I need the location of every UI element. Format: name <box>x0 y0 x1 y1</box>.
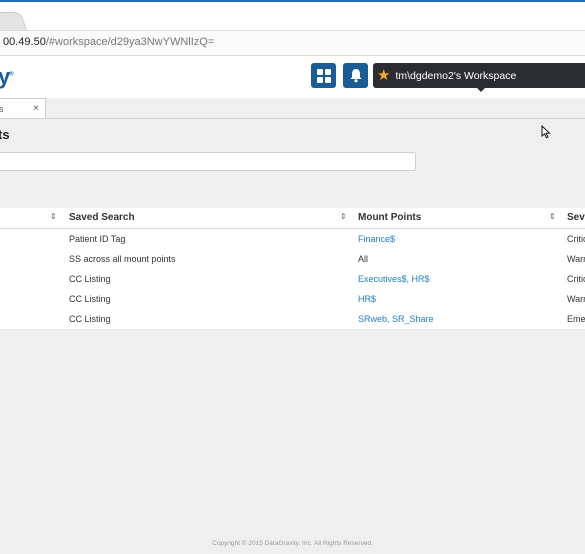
severity-cell: Warn <box>567 294 585 304</box>
workspace-label: tm\dgdemo2's Workspace <box>395 69 517 82</box>
mount-points-link[interactable]: SRweb, SR_Share <box>358 314 434 324</box>
mouse-cursor-icon <box>541 125 551 139</box>
browser-tab[interactable] <box>0 12 28 31</box>
workspace-tab-bar <box>0 98 585 119</box>
apps-grid-button[interactable] <box>311 63 336 88</box>
grid-icon <box>316 68 331 83</box>
column-header-mount-points[interactable]: Mount Points <box>358 212 421 223</box>
address-text[interactable]: 00.49.50/#workspace/d29ya3NwYWNlIzQ= <box>3 36 214 48</box>
browser-tab-strip <box>0 2 585 31</box>
saved-search-cell: SS across all mount points <box>69 254 176 264</box>
bell-icon <box>350 69 361 83</box>
saved-search-cell: Patient ID Tag <box>69 234 126 244</box>
mount-points-link[interactable]: HR$ <box>358 294 376 304</box>
address-bar[interactable]: 00.49.50/#workspace/d29ya3NwYWNlIzQ= <box>0 30 585 56</box>
mount-points-cell: All <box>358 254 369 264</box>
table-header: ⇕ Saved Search ⇕ Mount Points ⇕ Sev <box>0 208 585 229</box>
logo-mark: ® <box>9 71 14 78</box>
address-host: 00.49.50 <box>3 36 46 48</box>
table-row[interactable]: Patient ID Tag Finance$ Critic <box>0 229 585 250</box>
saved-search-cell: CC Listing <box>69 274 111 284</box>
severity-cell: Critic <box>567 274 585 284</box>
copyright-footer: Copyright © 2015 DataGravity, Inc. All R… <box>212 540 373 547</box>
table-row[interactable]: CC Listing SRweb, SR_Share Eme <box>0 309 585 330</box>
table-row[interactable]: SS across all mount points All Warn <box>0 249 585 270</box>
sort-icon[interactable]: ⇕ <box>549 212 556 221</box>
severity-cell: Warn <box>567 254 585 264</box>
page-title: ts <box>0 127 10 142</box>
mount-points-link[interactable]: Finance$ <box>358 234 395 244</box>
close-icon[interactable]: × <box>33 103 39 114</box>
saved-search-cell: CC Listing <box>69 294 111 304</box>
search-input[interactable] <box>0 152 416 171</box>
mount-points-link[interactable]: Executives$, HR$ <box>358 274 430 284</box>
workspace-selector[interactable]: ★ tm\dgdemo2's Workspace <box>373 63 585 88</box>
star-icon: ★ <box>377 67 391 84</box>
workspace-caret <box>477 88 485 92</box>
sort-icon[interactable]: ⇕ <box>340 212 347 221</box>
tab-label: s <box>0 104 4 114</box>
app-logo[interactable]: y® <box>0 64 14 90</box>
column-header-severity[interactable]: Sev <box>567 212 585 223</box>
saved-search-cell: CC Listing <box>69 314 111 324</box>
logo-text: y <box>0 64 10 89</box>
column-header-saved-search[interactable]: Saved Search <box>69 212 135 223</box>
notifications-button[interactable] <box>343 63 368 88</box>
workspace-tab[interactable]: s × <box>0 98 46 118</box>
sort-icon[interactable]: ⇕ <box>50 212 57 221</box>
severity-cell: Eme <box>567 314 585 324</box>
address-path: /#workspace/d29ya3NwYWNlIzQ= <box>45 36 215 48</box>
table-row[interactable]: CC Listing Executives$, HR$ Critic <box>0 269 585 290</box>
table-row[interactable]: CC Listing HR$ Warn <box>0 289 585 310</box>
severity-cell: Critic <box>567 234 585 244</box>
